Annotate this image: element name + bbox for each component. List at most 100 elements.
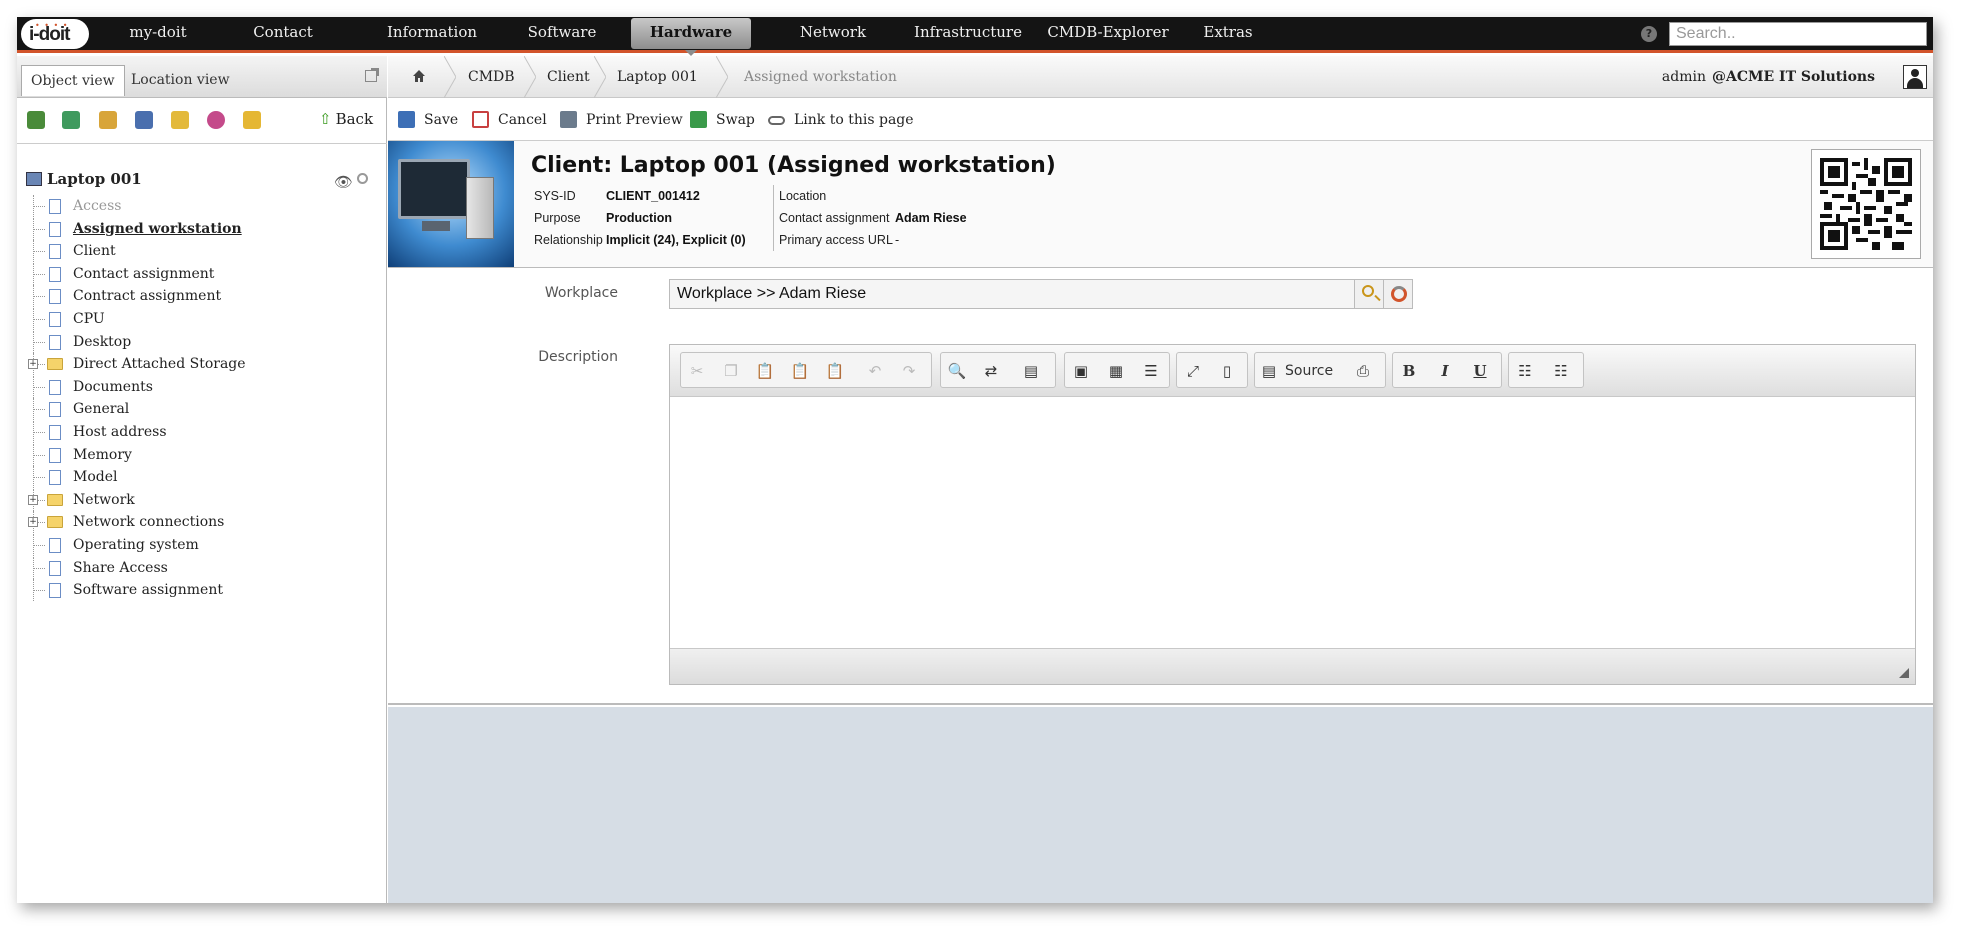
nav-network[interactable]: Network: [793, 17, 873, 50]
tree-item[interactable]: + Direct Attached Storage: [28, 353, 373, 376]
magnifier-icon[interactable]: [357, 173, 368, 184]
redo-icon[interactable]: ↷: [899, 361, 919, 381]
tree-item[interactable]: Host address: [33, 420, 373, 444]
nav-infrastructure[interactable]: Infrastructure: [903, 17, 1033, 50]
tree-item[interactable]: General: [33, 398, 373, 421]
avatar[interactable]: [1903, 65, 1927, 89]
browse-workplace-button[interactable]: [1354, 279, 1384, 309]
object-tree: Access Assigned workstation Client Contact …: [28, 195, 373, 602]
tree-item-label: Operating system: [73, 536, 199, 553]
resize-handle-icon[interactable]: [1899, 668, 1909, 678]
idoit-logo[interactable]: • • • • i-doit: [21, 19, 89, 49]
popout-icon[interactable]: [365, 68, 379, 82]
global-search-input[interactable]: Search..: [1669, 22, 1927, 46]
expand-icon[interactable]: [62, 111, 80, 129]
tree-item[interactable]: Desktop: [33, 330, 373, 354]
tree-item[interactable]: CPU: [33, 307, 373, 331]
tree-item[interactable]: Share Access: [33, 556, 373, 580]
breadcrumb-laptop[interactable]: Laptop 001: [617, 56, 698, 98]
user-info[interactable]: admin @ACME IT Solutions: [1662, 56, 1875, 98]
italic-button[interactable]: I: [1435, 361, 1455, 381]
swap-button[interactable]: Swap: [690, 99, 755, 141]
link-to-page-label: Link to this page: [794, 112, 914, 128]
show-blocks-icon[interactable]: ▯: [1217, 361, 1237, 381]
breadcrumb-cmdb[interactable]: CMDB: [468, 56, 515, 98]
nav-software[interactable]: Software: [517, 17, 607, 50]
nav-contact[interactable]: Contact: [243, 17, 323, 50]
book-icon[interactable]: [135, 111, 153, 129]
nav-my-doit[interactable]: my-doit: [113, 17, 203, 50]
toolbar-group-format: B I U: [1392, 352, 1502, 388]
tree-item[interactable]: Documents: [33, 375, 373, 399]
qr-code[interactable]: [1811, 149, 1921, 259]
expand-toggle-icon[interactable]: +: [28, 494, 38, 505]
back-button[interactable]: ⇧ Back: [319, 110, 373, 128]
document-icon: [49, 537, 61, 553]
back-arrow-icon: ⇧: [319, 110, 332, 128]
relationship-value[interactable]: Implicit (24), Explicit (0): [606, 233, 746, 247]
tree-icon[interactable]: [27, 111, 45, 129]
breadcrumb-client[interactable]: Client: [547, 56, 590, 98]
print-icon[interactable]: ⎙: [1353, 361, 1373, 381]
url-value: -: [895, 233, 900, 247]
source-button[interactable]: Source: [1285, 361, 1333, 381]
bulleted-list-icon[interactable]: ☷: [1551, 361, 1571, 381]
tree-item[interactable]: Contact assignment: [33, 262, 373, 286]
tree-item[interactable]: + Network: [28, 488, 373, 512]
lock-icon[interactable]: [243, 111, 261, 129]
paste-text-icon[interactable]: 📋: [790, 361, 810, 381]
image-icon[interactable]: ▣: [1071, 361, 1091, 381]
description-text-area[interactable]: [670, 397, 1915, 649]
help-icon[interactable]: ?: [1641, 26, 1657, 42]
bold-button[interactable]: B: [1399, 361, 1419, 381]
tab-object-view[interactable]: Object view: [21, 65, 125, 96]
cancel-button[interactable]: Cancel: [472, 99, 547, 141]
detach-workplace-button[interactable]: [1383, 279, 1413, 309]
tree-item[interactable]: Access: [33, 195, 373, 218]
find-icon[interactable]: 🔍: [947, 361, 967, 381]
paste-icon[interactable]: 📋: [755, 361, 775, 381]
home-icon[interactable]: [412, 69, 426, 83]
tree-root[interactable]: Laptop 001: [26, 170, 142, 188]
globe-icon[interactable]: [207, 111, 225, 129]
contact-value[interactable]: Adam Riese: [895, 211, 967, 225]
undo-icon[interactable]: ↶: [865, 361, 885, 381]
copy-icon[interactable]: ❐: [721, 361, 741, 381]
cut-icon[interactable]: ✂: [687, 361, 707, 381]
tree-item[interactable]: Model: [33, 466, 373, 489]
nav-extras[interactable]: Extras: [1193, 17, 1263, 50]
table-icon[interactable]: ▦: [1106, 361, 1126, 381]
breadcrumb-separator: [716, 56, 728, 98]
shield-icon[interactable]: [171, 111, 189, 129]
numbered-list-icon[interactable]: ☷: [1515, 361, 1535, 381]
replace-icon[interactable]: ⇄: [981, 361, 1001, 381]
tab-location-view[interactable]: Location view: [122, 65, 239, 96]
expand-toggle-icon[interactable]: +: [28, 359, 38, 370]
link-to-page-button[interactable]: Link to this page: [768, 99, 914, 141]
eye-icon[interactable]: 👁: [334, 173, 353, 191]
maximize-icon[interactable]: ⤢: [1183, 361, 1203, 381]
tree-item[interactable]: Contract assignment: [33, 285, 373, 308]
tree-item[interactable]: + Network connections: [28, 511, 373, 534]
nav-information[interactable]: Information: [377, 17, 487, 50]
horizontal-line-icon[interactable]: ☰: [1141, 361, 1161, 381]
tree-item-label: Model: [73, 469, 118, 486]
spellcheck-icon[interactable]: ▤: [1021, 361, 1041, 381]
tree-item[interactable]: Operating system: [33, 533, 373, 557]
save-button[interactable]: Save: [398, 99, 458, 141]
tree-item[interactable]: Memory: [33, 443, 373, 467]
print-preview-button[interactable]: Print Preview: [560, 99, 683, 141]
nav-hardware[interactable]: Hardware: [631, 18, 751, 56]
tree-item[interactable]: Client: [33, 240, 373, 263]
workplace-field[interactable]: Workplace >> Adam Riese: [669, 279, 1355, 309]
tree-line: [33, 318, 45, 320]
tree-item[interactable]: Software assignment: [33, 579, 373, 602]
list-icon[interactable]: [99, 111, 117, 129]
nav-cmdb-explorer[interactable]: CMDB-Explorer: [1035, 17, 1181, 50]
paste-word-icon[interactable]: 📋: [825, 361, 845, 381]
toolbar-group-lists: ☷ ☷: [1508, 352, 1584, 388]
tree-item[interactable]: Assigned workstation: [33, 217, 373, 241]
underline-button[interactable]: U: [1470, 361, 1490, 381]
source-icon[interactable]: ▤: [1259, 361, 1279, 381]
expand-toggle-icon[interactable]: +: [28, 517, 38, 528]
